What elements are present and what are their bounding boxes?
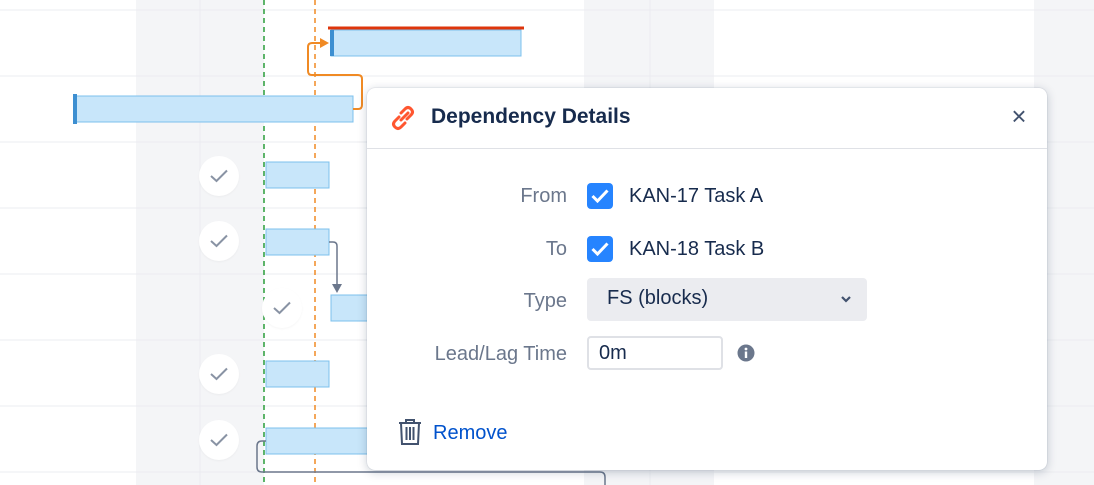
dependency-arrow[interactable] — [329, 241, 338, 286]
type-select[interactable]: FS (blocks) — [587, 278, 867, 321]
checkmark-icon — [591, 189, 609, 203]
check-icon — [210, 234, 228, 248]
task-done-check — [199, 420, 239, 460]
task-done-check — [199, 156, 239, 196]
arrowhead — [332, 284, 342, 293]
dialog-title: Dependency Details — [431, 105, 631, 128]
task-bar-start — [330, 30, 334, 56]
info-icon[interactable] — [737, 344, 755, 362]
check-icon — [273, 301, 291, 315]
dependency-details-dialog: Dependency Details × From KAN-17 Task A … — [367, 88, 1047, 470]
close-icon: × — [1011, 101, 1027, 131]
task-bar[interactable] — [265, 228, 330, 256]
task-done-check — [262, 288, 302, 328]
check-icon — [210, 367, 228, 381]
from-task-label: KAN-17 Task A — [629, 185, 764, 207]
task-bar[interactable] — [265, 427, 371, 455]
checkmark-icon — [591, 242, 609, 256]
task-bar[interactable] — [330, 294, 372, 322]
close-button[interactable]: × — [1005, 102, 1033, 130]
from-label: From — [520, 185, 567, 207]
link-icon — [392, 106, 414, 130]
to-task-label: KAN-18 Task B — [629, 238, 765, 260]
lag-time-input[interactable] — [587, 336, 723, 370]
to-label: To — [545, 238, 567, 260]
lag-label: Lead/Lag Time — [434, 343, 567, 365]
task-bar[interactable] — [75, 95, 354, 123]
check-icon — [210, 433, 228, 447]
trash-icon — [399, 419, 421, 445]
from-checkbox[interactable] — [587, 183, 613, 209]
to-checkbox[interactable] — [587, 236, 613, 262]
task-bar[interactable] — [265, 360, 330, 388]
arrowhead — [320, 38, 329, 48]
task-done-check — [199, 221, 239, 261]
check-icon — [210, 169, 228, 183]
task-bar[interactable] — [265, 161, 330, 189]
remove-label: Remove — [433, 422, 508, 444]
dialog-header: Dependency Details × — [367, 88, 1047, 149]
chevron-down-icon — [841, 296, 851, 303]
task-done-check — [199, 354, 239, 394]
task-bar-start — [73, 94, 77, 124]
type-select-value: FS (blocks) — [607, 287, 709, 309]
type-label: Type — [523, 290, 567, 312]
task-bar[interactable] — [330, 29, 522, 57]
